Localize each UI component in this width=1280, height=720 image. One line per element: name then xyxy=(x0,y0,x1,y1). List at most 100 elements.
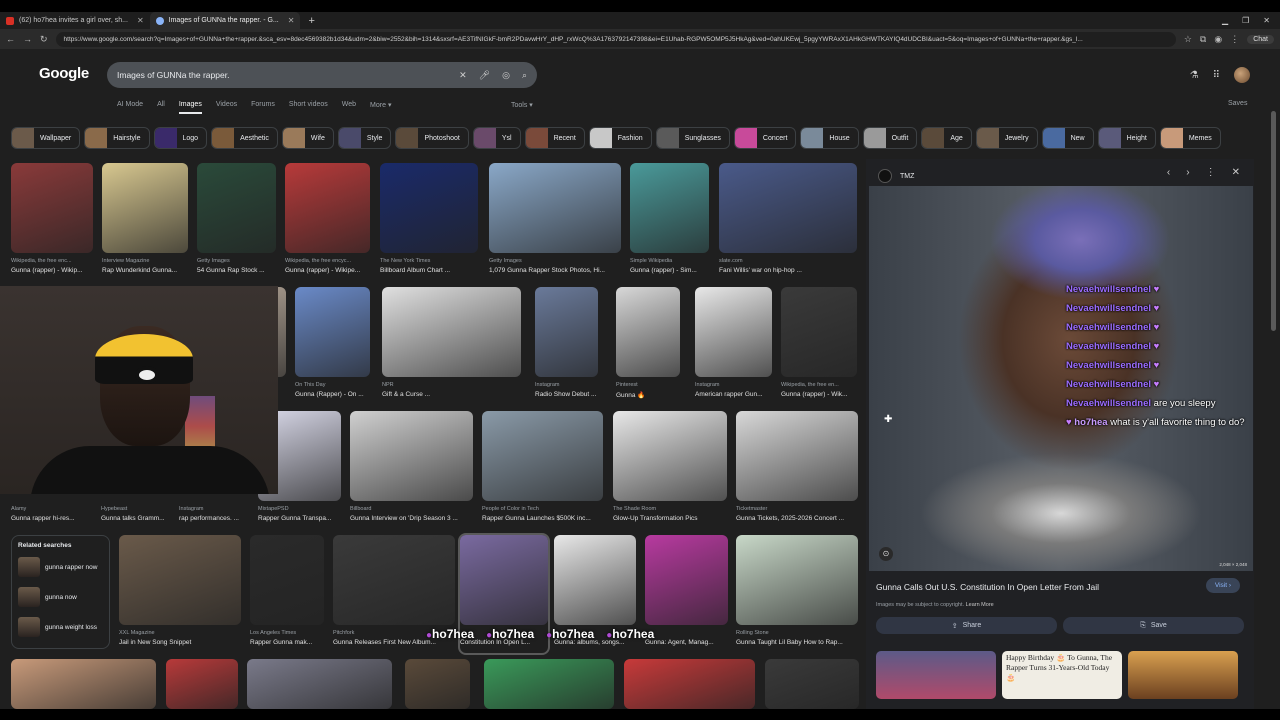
refine-chip[interactable]: Style xyxy=(337,127,392,149)
result-image[interactable] xyxy=(102,163,188,253)
result-caption[interactable]: 1,079 Gunna Rapper Stock Photos, Hi... xyxy=(489,267,621,274)
result-image[interactable] xyxy=(166,659,238,709)
preview-title[interactable]: Gunna Calls Out U.S. Constitution In Ope… xyxy=(876,582,1099,592)
result-caption[interactable]: Rapper Gunna Transpa... xyxy=(258,515,341,522)
image-result[interactable]: Pinterest Gunna 🔥 xyxy=(616,287,680,405)
refine-chip[interactable]: Photoshoot xyxy=(395,127,469,149)
result-caption[interactable]: American rapper Gun... xyxy=(695,391,772,398)
image-result[interactable]: People of Color in Tech Rapper Gunna Laun… xyxy=(482,411,603,529)
result-caption[interactable]: Jail in New Song Snippet xyxy=(119,639,241,646)
result-caption[interactable]: Gunna (Rapper) - On ... xyxy=(295,391,370,398)
result-image[interactable] xyxy=(613,411,727,501)
search-box[interactable]: Images of GUNNa the rapper. ✕ 🎤︎ ◎ ⌕ xyxy=(107,62,537,88)
result-source[interactable]: Instagram xyxy=(695,382,772,388)
nav-tab[interactable]: Forums xyxy=(251,101,275,114)
result-image[interactable] xyxy=(645,535,728,625)
result-source[interactable]: Wikipedia, the free enc... xyxy=(11,258,93,264)
result-source[interactable]: People of Color in Tech xyxy=(482,506,603,512)
result-caption[interactable]: 54 Gunna Rap Stock ... xyxy=(197,267,276,274)
image-result[interactable]: XXL Magazine Jail in New Song Snippet xyxy=(119,535,241,653)
image-result[interactable]: Gunna: Agent, Manag... xyxy=(645,535,728,653)
google-logo[interactable]: Google xyxy=(39,65,89,82)
image-result[interactable]: slate.com Fani Willis' war on hip-hop ... xyxy=(719,163,857,281)
result-source[interactable]: Simple Wikipedia xyxy=(630,258,709,264)
result-caption[interactable]: Gunna (rapper) - Wikip... xyxy=(11,267,93,274)
refine-chip[interactable]: Fashion xyxy=(588,127,652,149)
result-source[interactable]: MixtapePSD xyxy=(258,506,341,512)
new-tab-button[interactable]: + xyxy=(300,15,322,27)
nav-tab[interactable]: More ▾ xyxy=(370,101,391,114)
image-result[interactable]: On This Day Gunna (Rapper) - On ... xyxy=(295,287,370,405)
result-source[interactable]: The Shade Room xyxy=(613,506,727,512)
result-image[interactable] xyxy=(382,287,521,377)
result-caption[interactable]: Gunna (rapper) - Wikipe... xyxy=(285,267,370,274)
result-caption[interactable]: Gunna Interview on 'Drip Season 3 ... xyxy=(350,515,473,522)
image-result[interactable]: Los Angeles Times Rapper Gunna mak... xyxy=(250,535,324,653)
next-icon[interactable]: › xyxy=(1186,167,1189,178)
image-result[interactable]: Getty Images 1,079 Gunna Rapper Stock Pho… xyxy=(489,163,621,281)
related-image[interactable] xyxy=(1128,651,1238,699)
result-caption[interactable]: Billboard Album Chart ... xyxy=(380,267,478,274)
image-result[interactable]: Wikipedia, the free encyc... Gunna (rappe… xyxy=(285,163,370,281)
image-result[interactable]: The New York Times Billboard Album Chart … xyxy=(380,163,478,281)
result-caption[interactable]: Fani Willis' war on hip-hop ... xyxy=(719,267,857,274)
image-result[interactable]: Getty Images 54 Gunna Rap Stock ... xyxy=(197,163,276,281)
result-source[interactable]: NPR xyxy=(382,382,521,388)
labs-icon[interactable]: ⚗ xyxy=(1190,70,1199,81)
close-tab-icon[interactable]: ✕ xyxy=(288,16,295,25)
refine-chip[interactable]: Outfit xyxy=(862,127,918,149)
back-icon[interactable]: ← xyxy=(6,34,15,44)
result-caption[interactable]: Radio Show Debut ... xyxy=(535,391,598,398)
result-image[interactable] xyxy=(247,659,392,709)
panel-source[interactable]: TMZ xyxy=(878,169,914,183)
result-source[interactable]: slate.com xyxy=(719,258,857,264)
refine-chip[interactable]: Concert xyxy=(733,127,797,149)
result-image[interactable] xyxy=(285,163,370,253)
maximize-icon[interactable]: ❐ xyxy=(1242,16,1249,25)
image-result[interactable]: Instagram American rapper Gun... xyxy=(695,287,772,405)
image-result[interactable]: The Shade Room Glow-Up Transformation Pic… xyxy=(613,411,727,529)
learn-more-link[interactable]: Learn More xyxy=(966,602,994,608)
result-source[interactable]: Rolling Stone xyxy=(736,630,858,636)
nav-tab[interactable]: All xyxy=(157,101,165,114)
result-image[interactable] xyxy=(765,659,859,709)
refine-chip[interactable]: Recent xyxy=(524,127,585,149)
result-caption[interactable]: Rapper Gunna mak... xyxy=(250,639,324,646)
close-tab-icon[interactable]: ✕ xyxy=(137,16,144,25)
refine-chip[interactable]: Jewelry xyxy=(975,127,1038,149)
prev-icon[interactable]: ‹ xyxy=(1167,167,1170,178)
result-caption[interactable]: Glow-Up Transformation Pics xyxy=(613,515,727,522)
refine-chip[interactable]: Sunglasses xyxy=(655,127,730,149)
related-item[interactable]: gunna now xyxy=(18,587,103,607)
result-image[interactable] xyxy=(333,535,455,625)
result-image[interactable] xyxy=(630,163,709,253)
refine-chip[interactable]: Aesthetic xyxy=(211,127,278,149)
result-source[interactable]: Hypebeast xyxy=(101,506,181,512)
result-image[interactable] xyxy=(781,287,857,377)
result-image[interactable] xyxy=(736,535,858,625)
result-caption[interactable]: Gunna rapper hi-res... xyxy=(11,515,91,522)
result-image[interactable] xyxy=(484,659,614,709)
result-caption[interactable]: Gunna (rapper) - Sim... xyxy=(630,267,709,274)
result-image[interactable] xyxy=(380,163,478,253)
menu-icon[interactable]: ⋮ xyxy=(1230,34,1239,45)
result-caption[interactable]: rap performances. ... xyxy=(179,515,259,522)
result-caption[interactable]: Gunna Tickets, 2025-2026 Concert ... xyxy=(736,515,858,522)
image-result[interactable]: Wikipedia, the free enc... Gunna (rapper)… xyxy=(11,163,93,281)
result-image[interactable] xyxy=(616,287,680,377)
lens-icon[interactable]: ◎ xyxy=(502,70,510,81)
result-source[interactable]: Los Angeles Times xyxy=(250,630,324,636)
related-image[interactable] xyxy=(876,651,996,699)
result-source[interactable]: Instagram xyxy=(535,382,598,388)
result-caption[interactable]: Rap Wunderkind Gunna... xyxy=(102,267,188,274)
profile-icon[interactable]: ◉ xyxy=(1214,34,1222,45)
browser-tab-youtube[interactable]: (62) ho7hea invites a girl over, sh... ✕ xyxy=(0,12,150,29)
nav-tab[interactable]: Short videos xyxy=(289,101,328,114)
chat-button[interactable]: Chat xyxy=(1247,34,1274,44)
result-image[interactable] xyxy=(695,287,772,377)
image-result[interactable]: Wikipedia, the free en... Gunna (rapper) … xyxy=(781,287,857,405)
result-image[interactable] xyxy=(250,535,324,625)
image-result[interactable]: Interview Magazine Rap Wunderkind Gunna..… xyxy=(102,163,188,281)
result-source[interactable]: Getty Images xyxy=(489,258,621,264)
result-image[interactable] xyxy=(295,287,370,377)
